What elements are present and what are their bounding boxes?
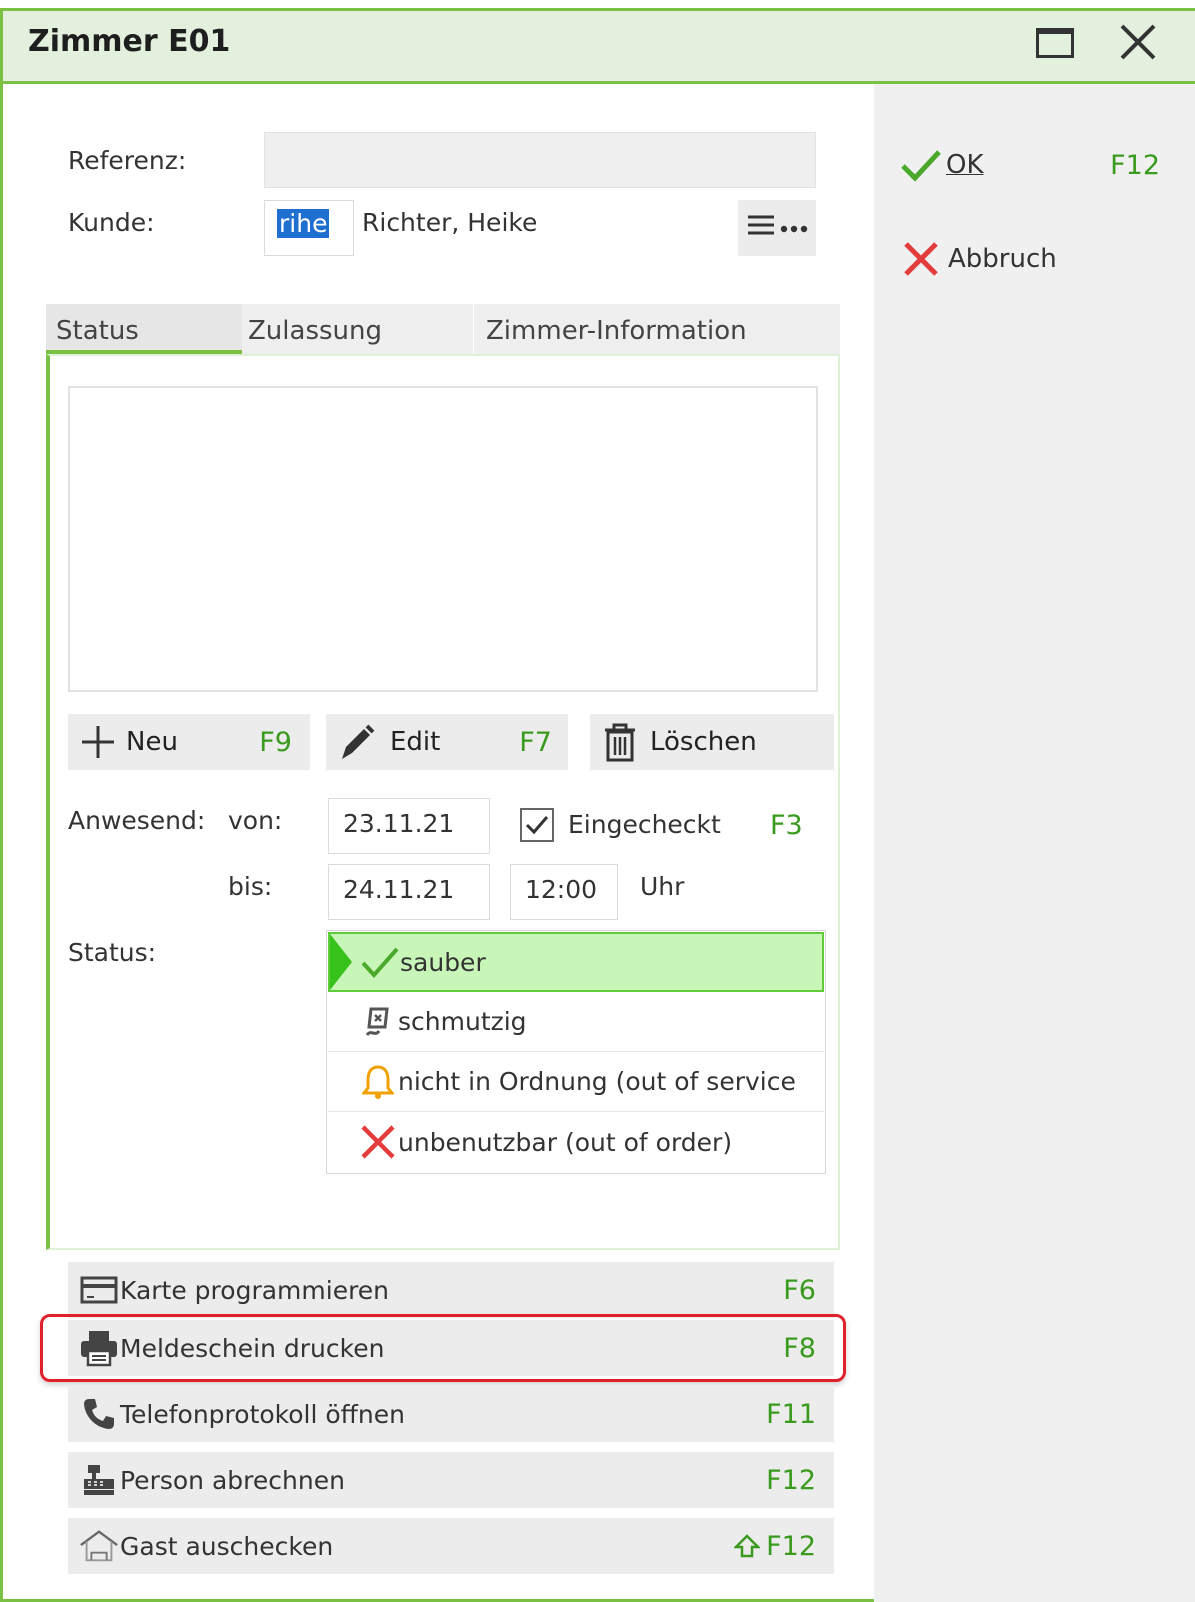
- status-option-label: unbenutzbar (out of order): [398, 1127, 733, 1157]
- menu-dots-icon: [746, 213, 808, 243]
- delete-button[interactable]: Löschen: [590, 714, 834, 770]
- action-shortcut: F12: [766, 1464, 816, 1496]
- bis-label: bis:: [228, 872, 273, 901]
- time-input[interactable]: 12:00: [510, 864, 618, 920]
- plus-icon: [80, 724, 116, 760]
- new-button[interactable]: Neu F9: [68, 714, 310, 770]
- checked-in-shortcut: F3: [770, 810, 803, 841]
- tab-zimmer-information[interactable]: Zimmer-Information: [474, 304, 840, 354]
- print-registration-button[interactable]: Meldeschein drucken F8: [68, 1320, 834, 1376]
- printer-icon: [78, 1329, 120, 1367]
- action-shortcut: F6: [783, 1274, 816, 1306]
- status-option-schmutzig[interactable]: schmutzig: [328, 992, 824, 1052]
- ok-button[interactable]: OK F12: [900, 142, 1160, 188]
- status-label: Status:: [68, 938, 157, 967]
- pencil-icon: [336, 721, 378, 763]
- shift-shortcut: F12: [734, 1531, 816, 1562]
- status-option-out-of-order[interactable]: unbenutzbar (out of order): [328, 1112, 824, 1172]
- check-icon: [900, 147, 946, 183]
- anwesend-label: Anwesend:: [68, 806, 206, 835]
- status-log-list[interactable]: [68, 386, 818, 692]
- kunde-code-input[interactable]: rihe: [264, 200, 354, 256]
- checkbox-check-icon: [525, 816, 549, 835]
- dirty-icon: [358, 1005, 398, 1039]
- x-icon: [358, 1123, 398, 1161]
- window-title: Zimmer E01: [28, 24, 231, 59]
- close-icon[interactable]: [1118, 22, 1158, 62]
- ok-shortcut: F12: [1110, 149, 1160, 181]
- tab-zimmer-information-label: Zimmer-Information: [486, 316, 747, 346]
- kunde-menu-button[interactable]: [738, 200, 816, 256]
- status-option-sauber[interactable]: sauber: [328, 932, 824, 992]
- status-option-label: sauber: [400, 947, 486, 977]
- shift-arrow-icon: [734, 1533, 761, 1559]
- delete-label: Löschen: [650, 727, 757, 757]
- tab-status[interactable]: Status: [46, 304, 242, 354]
- checked-in-checkbox[interactable]: [520, 808, 554, 842]
- referenz-label: Referenz:: [68, 146, 187, 175]
- check-icon: [360, 945, 400, 979]
- ok-label: OK: [946, 150, 984, 180]
- von-label: von:: [228, 806, 283, 835]
- new-shortcut: F9: [259, 726, 292, 758]
- referenz-input[interactable]: [264, 132, 816, 188]
- x-icon: [902, 240, 948, 278]
- maximize-icon[interactable]: [1036, 28, 1074, 58]
- open-phone-log-button[interactable]: Telefonprotokoll öffnen F11: [68, 1386, 834, 1442]
- kunde-label: Kunde:: [68, 208, 155, 237]
- action-label: Telefonprotokoll öffnen: [120, 1399, 405, 1429]
- action-label: Karte programmieren: [120, 1275, 390, 1305]
- kunde-code-selected: rihe: [277, 209, 330, 238]
- selection-marker: [330, 934, 352, 990]
- tab-status-label: Status: [56, 316, 139, 346]
- settle-person-button[interactable]: Person abrechnen F12: [68, 1452, 834, 1508]
- checkout-guest-button[interactable]: Gast auschecken F12: [68, 1518, 834, 1574]
- phone-icon: [78, 1396, 120, 1432]
- new-label: Neu: [126, 727, 178, 757]
- action-label: Meldeschein drucken: [120, 1333, 385, 1363]
- house-icon: [78, 1527, 120, 1565]
- tab-zulassung[interactable]: Zulassung: [242, 304, 474, 354]
- time-unit-label: Uhr: [640, 872, 685, 901]
- action-shortcut: F11: [766, 1398, 816, 1430]
- status-option-label: nicht in Ordnung (out of service: [398, 1067, 796, 1096]
- status-option-out-of-service[interactable]: nicht in Ordnung (out of service: [328, 1052, 824, 1112]
- checked-in-label: Eingecheckt: [568, 810, 721, 839]
- trash-icon: [602, 722, 638, 762]
- kunde-name: Richter, Heike: [362, 208, 538, 237]
- edit-button[interactable]: Edit F7: [326, 714, 568, 770]
- action-label: Person abrechnen: [120, 1465, 345, 1495]
- status-option-label: schmutzig: [398, 1007, 527, 1036]
- action-shortcut: F8: [783, 1332, 816, 1364]
- bell-icon: [358, 1064, 398, 1100]
- action-shortcut: F12: [766, 1530, 816, 1562]
- cash-register-icon: [78, 1463, 120, 1497]
- edit-label: Edit: [390, 727, 441, 757]
- edit-shortcut: F7: [519, 726, 552, 758]
- von-date-input[interactable]: 23.11.21: [328, 798, 490, 854]
- bis-date-input[interactable]: 24.11.21: [328, 864, 490, 920]
- cancel-label: Abbruch: [948, 244, 1057, 274]
- action-label: Gast auschecken: [120, 1531, 334, 1561]
- cancel-button[interactable]: Abbruch: [902, 236, 1142, 282]
- tab-zulassung-label: Zulassung: [248, 316, 382, 346]
- side-panel: [874, 84, 1195, 1602]
- card-icon: [78, 1275, 120, 1305]
- program-card-button[interactable]: Karte programmieren F6: [68, 1262, 834, 1318]
